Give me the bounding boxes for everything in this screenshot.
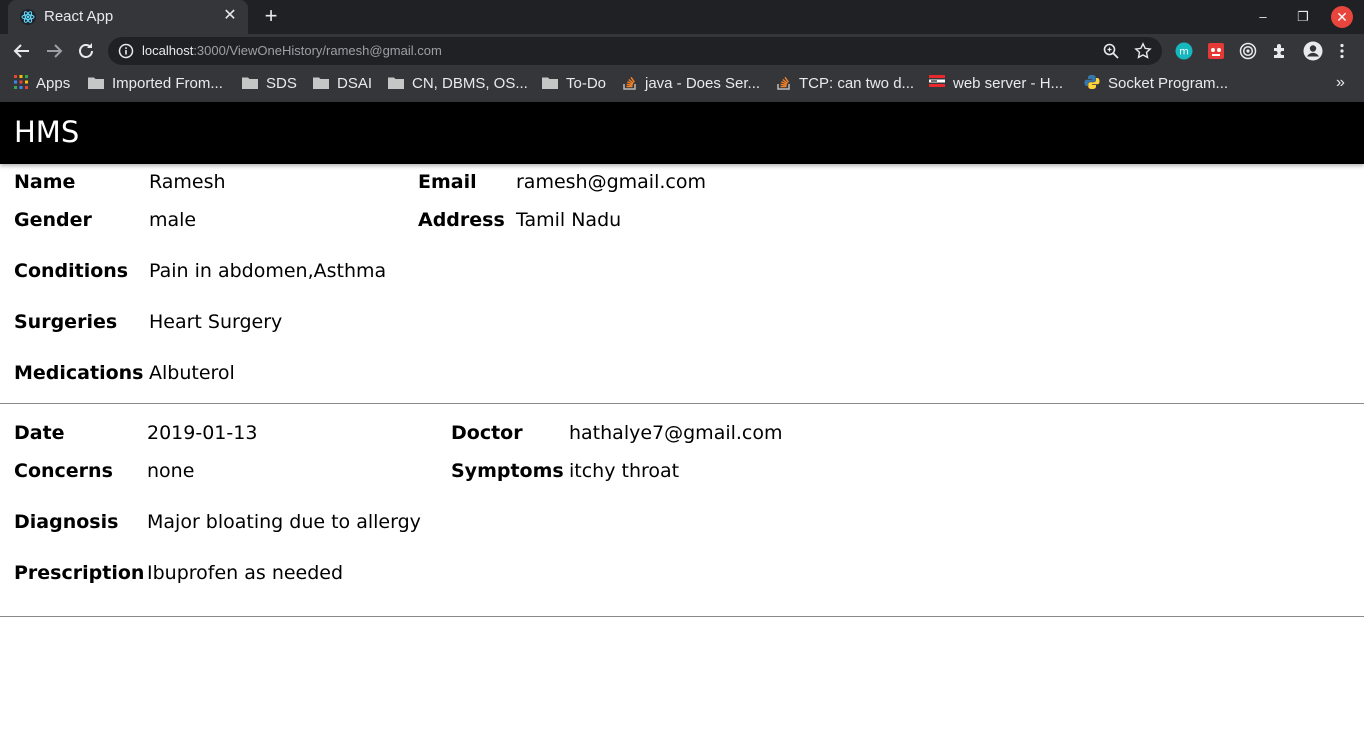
address-label: Address	[418, 209, 505, 231]
name-label: Name	[14, 171, 76, 193]
svg-text:m: m	[1179, 47, 1189, 58]
bookmark-label: TCP: can two d...	[799, 75, 915, 92]
bookmark-label: To-Do	[566, 75, 607, 92]
surgeries-label: Surgeries	[14, 311, 118, 333]
site-info-icon[interactable]	[118, 43, 134, 59]
tab-close-icon[interactable]: ✕	[220, 6, 240, 26]
tab-title: React App	[44, 8, 114, 25]
serverfault-icon	[929, 75, 945, 88]
url-host: localhost	[142, 43, 194, 58]
prescription-value: Ibuprofen as needed	[147, 562, 344, 584]
folder-icon	[313, 77, 329, 89]
back-arrow-icon[interactable]	[10, 39, 34, 63]
bookmark-tcp[interactable]: TCP: can two d...	[777, 68, 914, 102]
email-label: Email	[418, 171, 477, 193]
url-text[interactable]: localhost:3000/ViewOneHistory/ramesh@gma…	[142, 43, 442, 58]
medications-value: Albuterol	[149, 362, 235, 384]
forward-arrow-icon[interactable]	[42, 39, 66, 63]
folder-icon	[388, 77, 404, 89]
symptoms-value: itchy throat	[569, 460, 680, 482]
url-path: :3000/ViewOneHistory/ramesh@gmail.com	[193, 43, 442, 58]
name-value: Ramesh	[149, 171, 226, 193]
app-header: HMS	[0, 102, 1364, 164]
concerns-value: none	[147, 460, 195, 482]
bookmarks-overflow-chevron-icon[interactable]: »	[1336, 74, 1345, 92]
diagnosis-label: Diagnosis	[14, 511, 119, 533]
bookmark-folder-cn-dbms-os[interactable]: CN, DBMS, OS...	[388, 68, 528, 102]
extension-m-icon[interactable]: m	[1175, 42, 1193, 60]
bookmark-folder-sds[interactable]: SDS	[242, 68, 297, 102]
extension-target-icon[interactable]	[1239, 42, 1257, 60]
browser-tab-strip: React App ✕ + – ❐ ✕	[0, 0, 1364, 34]
bookmark-label: web server - H...	[953, 75, 1064, 92]
section-divider	[0, 403, 1364, 404]
react-logo-icon	[20, 9, 36, 25]
python-icon	[1084, 75, 1100, 90]
bookmark-folder-imported[interactable]: Imported From...	[88, 68, 223, 102]
gender-label: Gender	[14, 209, 92, 231]
doctor-label: Doctor	[451, 422, 523, 444]
extensions-puzzle-icon[interactable]	[1271, 42, 1289, 60]
folder-icon	[542, 77, 558, 89]
stackoverflow-icon	[623, 76, 636, 90]
bookmark-label: DSAI	[337, 75, 373, 92]
minimize-icon[interactable]: –	[1251, 6, 1275, 28]
bookmark-web-server[interactable]: web server - H...	[929, 68, 1063, 102]
restore-icon[interactable]: ❐	[1291, 6, 1315, 28]
bookmark-label: SDS	[266, 75, 297, 92]
bookmark-apps[interactable]: Apps	[14, 68, 70, 102]
bookmark-label: CN, DBMS, OS...	[412, 75, 528, 92]
bookmark-socket[interactable]: Socket Program...	[1084, 68, 1228, 102]
profile-avatar-icon[interactable]	[1303, 41, 1323, 61]
browser-toolbar: localhost:3000/ViewOneHistory/ramesh@gma…	[0, 34, 1364, 68]
date-value: 2019-01-13	[147, 422, 258, 444]
date-label: Date	[14, 422, 65, 444]
address-value: Tamil Nadu	[516, 209, 622, 231]
new-tab-plus-icon[interactable]: +	[259, 5, 283, 29]
symptoms-label: Symptoms	[451, 460, 564, 482]
email-value: ramesh@gmail.com	[516, 171, 706, 193]
extension-red-icon[interactable]	[1207, 42, 1225, 60]
folder-icon	[88, 77, 104, 89]
bookmark-folder-todo[interactable]: To-Do	[542, 68, 606, 102]
bookmark-label: java - Does Ser...	[645, 75, 761, 92]
zoom-icon[interactable]	[1102, 42, 1120, 60]
concerns-label: Concerns	[14, 460, 113, 482]
reload-icon[interactable]	[74, 39, 98, 63]
bookmark-label: Apps	[36, 75, 71, 92]
gender-value: male	[149, 209, 197, 231]
conditions-label: Conditions	[14, 260, 129, 282]
bookmark-star-icon[interactable]	[1134, 42, 1152, 60]
medications-label: Medications	[14, 362, 144, 384]
diagnosis-value: Major bloating due to allergy	[147, 511, 421, 533]
menu-dots-icon[interactable]	[1333, 42, 1351, 60]
conditions-value: Pain in abdomen,Asthma	[149, 260, 387, 282]
doctor-value: hathalye7@gmail.com	[569, 422, 783, 444]
bookmark-folder-dsai[interactable]: DSAI	[313, 68, 372, 102]
apps-grid-icon	[14, 75, 28, 90]
bookmark-label: Socket Program...	[1108, 75, 1229, 92]
section-divider-bottom	[0, 616, 1364, 617]
app-title: HMS	[14, 115, 80, 149]
address-bar[interactable]: localhost:3000/ViewOneHistory/ramesh@gma…	[108, 37, 1162, 65]
prescription-label: Prescription	[14, 562, 145, 584]
bookmark-java[interactable]: java - Does Ser...	[623, 68, 760, 102]
browser-tab[interactable]: React App ✕	[8, 0, 248, 34]
bookmarks-bar: Apps Imported From... SDS DSAI CN, DBMS,…	[0, 68, 1364, 102]
surgeries-value: Heart Surgery	[149, 311, 283, 333]
stackoverflow-icon	[777, 76, 790, 90]
window-close-icon[interactable]: ✕	[1331, 6, 1353, 28]
folder-icon	[242, 77, 258, 89]
bookmark-label: Imported From...	[112, 75, 223, 92]
